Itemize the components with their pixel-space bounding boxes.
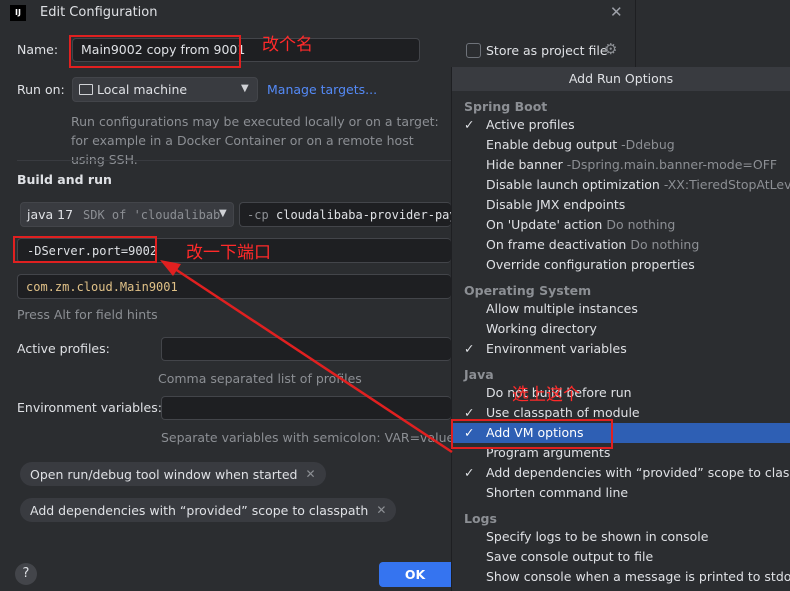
arrow-head: [160, 260, 181, 276]
arrow-shaft: [171, 265, 453, 454]
annotation-arrow: [160, 260, 453, 454]
